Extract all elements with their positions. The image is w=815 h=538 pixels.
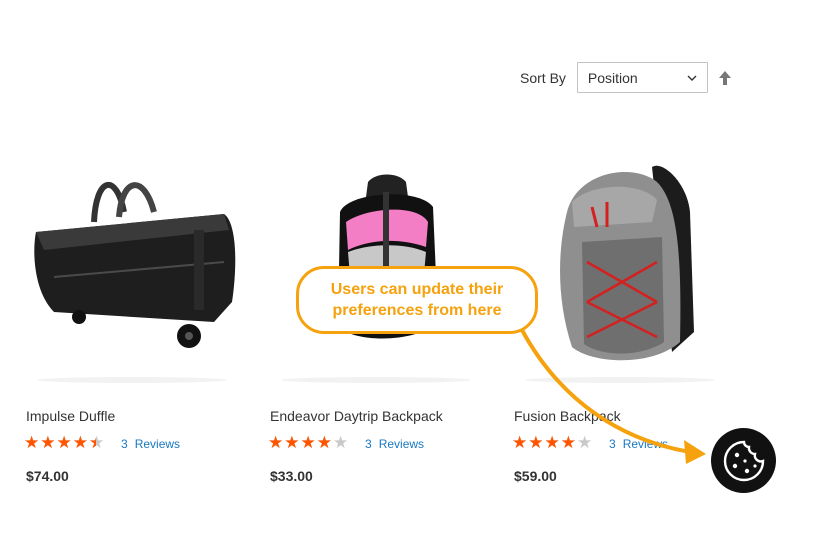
product-name[interactable]: Endeavor Daytrip Backpack [270, 408, 443, 424]
product-price: $33.00 [270, 468, 313, 484]
review-count: 3 [365, 436, 372, 451]
rating-stars: ★★★★★ ★★★★★ [268, 433, 350, 453]
sort-by-value: Position [587, 69, 638, 86]
reviews-link[interactable]: 3 Reviews [609, 437, 668, 451]
callout-text: Users can update their preferences from … [330, 281, 504, 319]
cookie-preferences-button[interactable] [711, 428, 776, 493]
product-price: $59.00 [514, 468, 557, 484]
product-item: Fusion Backpack ★★★★★ ★★★★★ 3 Reviews $5… [512, 152, 728, 484]
sort-by-label: Sort By [520, 69, 566, 86]
review-label: Reviews [378, 436, 425, 451]
arrow-up-icon[interactable] [718, 70, 732, 86]
reviews-link[interactable]: 3 Reviews [121, 437, 180, 451]
product-rating: ★★★★★ ★★★★★ 3 Reviews [268, 435, 424, 452]
rating-fill: ★★★★★ [24, 435, 96, 452]
chevron-down-icon [687, 75, 697, 81]
sorter: Sort By Position [520, 62, 732, 93]
product-rating: ★★★★★ ★★★★★ 3 Reviews [512, 435, 668, 452]
product-rating: ★★★★★ ★★★★★ 3 Reviews [24, 435, 180, 452]
review-label: Reviews [622, 436, 669, 451]
product-price: $74.00 [26, 468, 69, 484]
rating-fill: ★★★★★ [268, 435, 331, 452]
review-count: 3 [609, 436, 616, 451]
product-item: Impulse Duffle ★★★★★ ★★★★★ 3 Reviews $74… [24, 152, 240, 484]
reviews-link[interactable]: 3 Reviews [365, 437, 424, 451]
rating-stars: ★★★★★ ★★★★★ [512, 433, 594, 453]
product-image[interactable] [24, 152, 240, 387]
review-label: Reviews [134, 436, 181, 451]
callout-bubble: Users can update their preferences from … [296, 266, 538, 334]
rating-fill: ★★★★★ [512, 435, 575, 452]
product-name[interactable]: Fusion Backpack [514, 408, 621, 424]
cookie-icon [723, 440, 764, 481]
product-name[interactable]: Impulse Duffle [26, 408, 115, 424]
rating-stars: ★★★★★ ★★★★★ [24, 433, 106, 453]
product-image[interactable] [512, 152, 728, 387]
review-count: 3 [121, 436, 128, 451]
sort-by-select[interactable]: Position [576, 62, 708, 93]
